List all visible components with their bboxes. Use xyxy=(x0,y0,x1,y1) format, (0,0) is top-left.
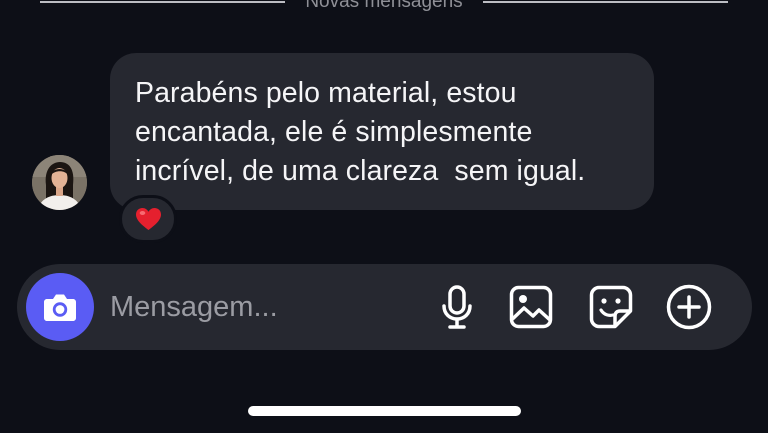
message-line: incrível, de uma clareza sem igual. xyxy=(135,155,586,187)
divider-line-left xyxy=(40,1,286,3)
message-input[interactable]: Mensagem... xyxy=(110,287,278,327)
new-messages-label: Novas mensagens xyxy=(305,0,463,12)
message-bubble[interactable]: Parabéns pelo material, estou encantada,… xyxy=(110,53,654,210)
message-text: Parabéns pelo material, estou encantada,… xyxy=(135,74,630,191)
sticker-icon xyxy=(589,285,633,329)
more-button[interactable] xyxy=(665,283,713,331)
message-line: Parabéns pelo material, estou xyxy=(135,77,517,109)
microphone-icon xyxy=(442,285,472,329)
heart-reaction[interactable] xyxy=(119,195,177,243)
gallery-button[interactable] xyxy=(507,283,555,331)
divider-line-right xyxy=(482,1,728,3)
image-icon xyxy=(509,285,553,329)
microphone-button[interactable] xyxy=(433,283,481,331)
message-line: encantada, ele é simplesmente xyxy=(135,116,533,148)
new-messages-divider: Novas mensagens xyxy=(40,0,728,14)
sticker-button[interactable] xyxy=(587,283,635,331)
heart-icon xyxy=(135,208,161,230)
camera-icon xyxy=(44,294,76,321)
sender-avatar[interactable] xyxy=(32,155,87,210)
chat-screen: Novas mensagens Parabéns pelo material, … xyxy=(0,0,768,433)
home-indicator[interactable] xyxy=(248,406,521,416)
plus-icon xyxy=(666,284,712,330)
avatar-image xyxy=(32,155,87,210)
camera-button[interactable] xyxy=(26,273,94,341)
message-composer: Mensagem... xyxy=(17,264,752,350)
